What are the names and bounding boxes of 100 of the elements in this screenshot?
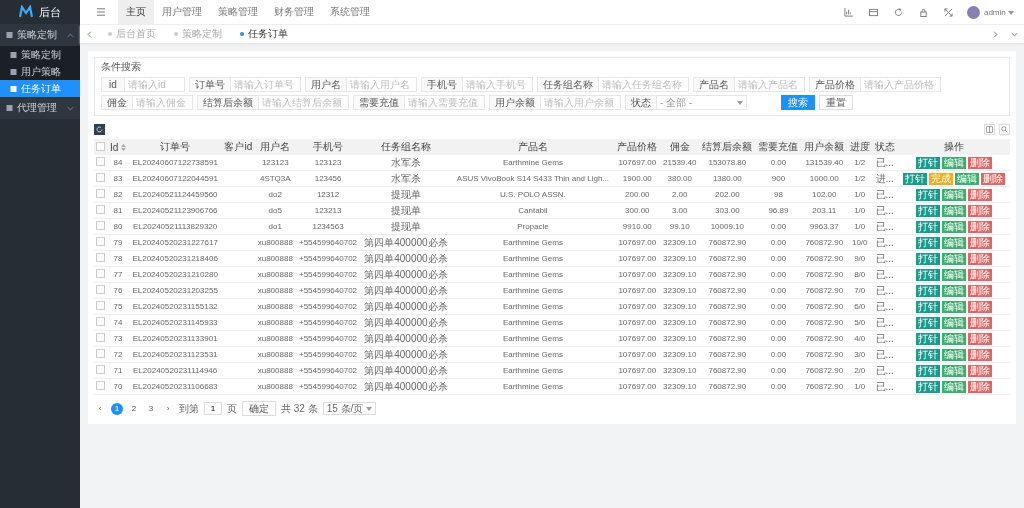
action-button[interactable]: 编辑 [941, 364, 966, 377]
action-button[interactable]: 编辑 [941, 156, 966, 169]
row-checkbox[interactable] [96, 285, 106, 294]
next-page[interactable]: › [162, 402, 174, 415]
columns-button[interactable] [984, 124, 995, 135]
action-button[interactable]: 编辑 [941, 300, 966, 313]
action-button[interactable]: 编辑 [941, 332, 966, 345]
nav-tab[interactable]: 系统管理 [322, 0, 378, 24]
search-input[interactable]: 请输入手机号 [463, 77, 533, 92]
sidebar-item[interactable]: 用户策略 [0, 63, 80, 80]
action-button[interactable]: 删除 [967, 364, 992, 377]
action-button[interactable]: 编辑 [941, 236, 966, 249]
page-tab[interactable]: 后台首页 [99, 25, 165, 43]
select-all-checkbox[interactable] [96, 141, 106, 151]
action-button[interactable]: 打针 [902, 172, 927, 185]
action-button[interactable]: 编辑 [954, 172, 979, 185]
action-button[interactable]: 打针 [915, 188, 940, 201]
search-button[interactable]: 重置 [819, 95, 853, 110]
action-button[interactable]: 打针 [915, 364, 940, 377]
field-label: 订单号 [189, 77, 231, 92]
search-input[interactable]: 请输入任务组名称 [599, 77, 689, 92]
page-number[interactable]: 3 [145, 402, 157, 415]
user-menu[interactable]: admin [983, 7, 1014, 17]
action-button[interactable]: 删除 [967, 268, 992, 281]
action-button[interactable]: 删除 [980, 172, 1005, 185]
row-checkbox[interactable] [96, 381, 106, 390]
action-button[interactable]: 删除 [967, 300, 992, 313]
action-button[interactable]: 打针 [915, 236, 940, 249]
sidebar-item[interactable]: 策略定制 [0, 46, 80, 63]
action-button[interactable]: 打针 [915, 316, 940, 329]
sidebar-item[interactable]: 任务订单 [0, 80, 80, 97]
action-button[interactable]: 编辑 [941, 316, 966, 329]
action-button[interactable]: 编辑 [941, 252, 966, 265]
action-button[interactable]: 打针 [915, 332, 940, 345]
action-button[interactable]: 编辑 [941, 268, 966, 281]
action-button[interactable]: 删除 [967, 156, 992, 169]
page-number[interactable]: 2 [128, 402, 140, 415]
page-size-select[interactable]: 15 条/页 [322, 402, 377, 415]
action-button[interactable]: 打针 [915, 284, 940, 297]
action-button[interactable]: 编辑 [941, 348, 966, 361]
row-checkbox[interactable] [96, 205, 106, 214]
search-button[interactable]: 搜索 [781, 95, 815, 110]
action-button[interactable]: 打针 [915, 348, 940, 361]
search-input[interactable]: 请输入id [125, 77, 185, 92]
action-button[interactable]: 删除 [967, 284, 992, 297]
prev-page[interactable]: ‹ [94, 402, 106, 415]
action-button[interactable]: 打针 [915, 220, 940, 233]
action-button[interactable]: 删除 [967, 316, 992, 329]
action-button[interactable]: 编辑 [941, 284, 966, 297]
table-cell: 第四单400000必杀 [360, 362, 452, 379]
action-button[interactable]: 编辑 [941, 188, 966, 201]
row-checkbox[interactable] [96, 173, 106, 182]
confirm-button[interactable]: 确定 [242, 401, 276, 416]
row-checkbox[interactable] [96, 365, 106, 374]
sidebar-group[interactable]: 策略定制 [0, 24, 80, 46]
status-select[interactable]: - 全部 - [657, 95, 747, 110]
row-checkbox[interactable] [96, 301, 106, 310]
row-checkbox[interactable] [96, 157, 106, 166]
search-button[interactable] [999, 124, 1010, 135]
page-tab[interactable]: 任务订单 [231, 25, 297, 43]
refresh-button[interactable] [94, 124, 105, 135]
nav-tab[interactable]: 用户管理 [154, 0, 210, 24]
action-button[interactable]: 编辑 [941, 220, 966, 233]
action-button[interactable]: 打针 [915, 268, 940, 281]
action-button[interactable]: 删除 [967, 252, 992, 265]
action-button[interactable]: 删除 [967, 332, 992, 345]
row-checkbox[interactable] [96, 269, 106, 278]
table-cell: Propacle [451, 218, 615, 235]
action-button[interactable]: 打针 [915, 380, 940, 393]
action-button[interactable]: 打针 [915, 156, 940, 169]
action-button[interactable]: 删除 [967, 236, 992, 249]
action-button[interactable]: 删除 [967, 380, 992, 393]
action-button[interactable]: 打针 [915, 300, 940, 313]
action-button[interactable]: 打针 [915, 252, 940, 265]
row-checkbox[interactable] [96, 221, 106, 230]
row-checkbox[interactable] [96, 237, 106, 246]
page-input[interactable]: 1 [204, 402, 222, 415]
page-number[interactable]: 1 [111, 402, 123, 415]
action-button[interactable]: 删除 [967, 188, 992, 201]
action-button[interactable]: 删除 [967, 220, 992, 233]
action-button[interactable]: 编辑 [941, 380, 966, 393]
table-cell: 已... [872, 330, 898, 347]
row-checkbox[interactable] [96, 333, 106, 342]
row-checkbox[interactable] [96, 317, 106, 326]
avatar[interactable] [966, 5, 980, 19]
action-button[interactable]: 删除 [967, 348, 992, 361]
nav-tab[interactable]: 主页 [118, 0, 154, 24]
row-checkbox[interactable] [96, 349, 106, 358]
action-button[interactable]: 删除 [967, 204, 992, 217]
action-button[interactable]: 编辑 [941, 204, 966, 217]
action-button[interactable]: 打针 [915, 204, 940, 217]
page-tab[interactable]: 策略定制 [165, 25, 231, 43]
nav-tab[interactable]: 财务管理 [266, 0, 322, 24]
search-input[interactable]: 请输入佣金 [133, 95, 193, 110]
action-button[interactable]: 完成 [928, 172, 953, 185]
search-input[interactable]: 请输入用户名 [347, 77, 417, 92]
sidebar-group[interactable]: 代理管理 [0, 97, 80, 119]
row-checkbox[interactable] [96, 253, 106, 262]
nav-tab[interactable]: 策略管理 [210, 0, 266, 24]
row-checkbox[interactable] [96, 189, 106, 198]
